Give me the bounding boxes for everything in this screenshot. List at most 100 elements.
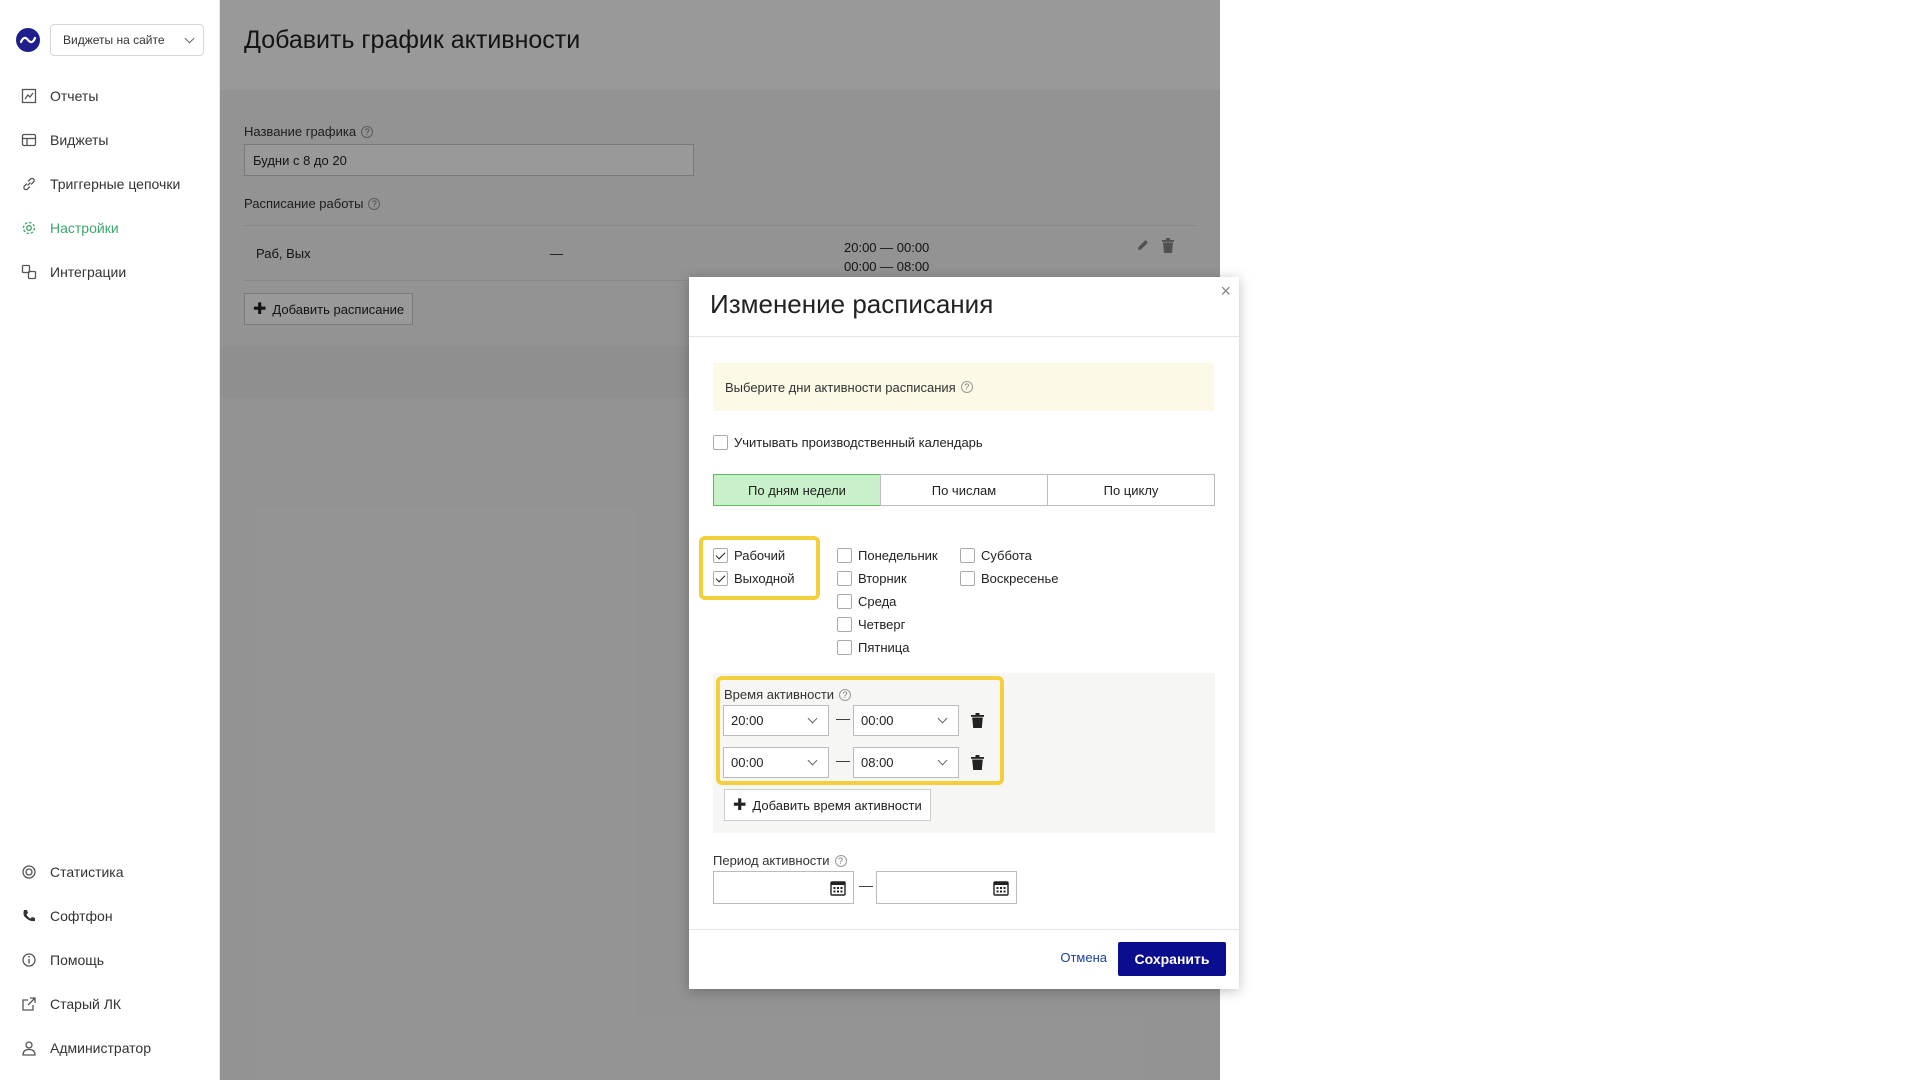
time-dash: —	[836, 752, 850, 768]
time-from-select[interactable]: 00:00	[723, 747, 829, 778]
add-activity-time-label: Добавить время активности	[752, 797, 922, 813]
question-icon[interactable]: ?	[834, 854, 847, 867]
site-select[interactable]: Виджеты на сайте	[50, 24, 204, 56]
weekday-wednesday[interactable]: Среда	[837, 590, 938, 613]
sidebar-item-statistics[interactable]: Статистика	[0, 850, 219, 894]
sidebar-item-label: Помощь	[50, 952, 105, 968]
modal-footer: Отмена Сохранить	[689, 929, 1239, 989]
weekdays-column-1: Понедельник Вторник Среда Четверг Пятниц…	[837, 544, 938, 659]
trash-icon[interactable]	[971, 755, 985, 771]
production-calendar-checkbox[interactable]: Учитывать производственный календарь	[713, 435, 1239, 450]
sidebar-item-trigger-chains[interactable]: Триггерные цепочки	[0, 162, 219, 206]
sidebar-item-integrations[interactable]: Интеграции	[0, 250, 219, 294]
modal-title: Изменение расписания	[689, 277, 1239, 337]
activity-times: Время активности ? 20:00 — 00:00 00:00 —…	[713, 673, 1215, 833]
sidebar-item-old-cabinet[interactable]: Старый ЛК	[0, 982, 219, 1026]
weekday-label: Суббота	[981, 548, 1032, 563]
time-to-select[interactable]: 08:00	[853, 747, 959, 778]
weekdays-column-2: Суббота Воскресенье	[960, 544, 1058, 590]
stats-icon	[20, 863, 38, 881]
time-value: 20:00	[731, 713, 764, 728]
activity-times-label: Время активности ?	[724, 687, 852, 702]
sidebar-item-label: Отчеты	[50, 88, 99, 104]
checkbox[interactable]	[837, 617, 852, 632]
day-type-weekend[interactable]: Выходной	[713, 567, 795, 590]
checkbox[interactable]	[837, 594, 852, 609]
tab-by-weekdays[interactable]: По дням недели	[713, 474, 881, 506]
phone-icon	[20, 907, 38, 925]
checkbox[interactable]	[837, 548, 852, 563]
weekday-label: Понедельник	[858, 548, 938, 563]
sidebar-item-label: Виджеты	[50, 132, 109, 148]
logo-icon[interactable]	[16, 28, 40, 52]
help-icon	[20, 951, 38, 969]
external-link-icon	[20, 995, 38, 1013]
production-calendar-label: Учитывать производственный календарь	[734, 435, 983, 450]
day-type-column: Рабочий Выходной	[713, 544, 795, 590]
period-end-input[interactable]	[876, 871, 1017, 904]
checkbox[interactable]	[837, 640, 852, 655]
activity-period-label-text: Период активности	[713, 853, 830, 868]
question-icon[interactable]: ?	[839, 688, 852, 701]
sidebar-item-softphone[interactable]: Софтфон	[0, 894, 219, 938]
edit-schedule-modal: × Изменение расписания Выберите дни акти…	[689, 277, 1239, 989]
weekday-label: Вторник	[858, 571, 907, 586]
time-value: 00:00	[731, 755, 764, 770]
sidebar-item-label: Софтфон	[50, 908, 113, 924]
calendar-icon[interactable]	[993, 880, 1009, 901]
time-to-select[interactable]: 00:00	[853, 705, 959, 736]
day-type-working[interactable]: Рабочий	[713, 544, 795, 567]
gear-icon	[20, 219, 38, 237]
checkbox[interactable]	[960, 548, 975, 563]
chevron-down-icon	[937, 713, 948, 724]
link-icon	[20, 175, 38, 193]
close-icon[interactable]: ×	[1220, 281, 1231, 302]
sidebar-item-reports[interactable]: Отчеты	[0, 74, 219, 118]
checkbox[interactable]	[837, 571, 852, 586]
add-activity-time-button[interactable]: ✚ Добавить время активности	[724, 789, 931, 821]
sidebar: Виджеты на сайте Отчеты Виджеты Триггерн…	[0, 0, 220, 1080]
period-start-input[interactable]	[713, 871, 854, 904]
weekday-label: Воскресенье	[981, 571, 1059, 586]
save-button[interactable]: Сохранить	[1118, 942, 1226, 976]
weekday-friday[interactable]: Пятница	[837, 636, 938, 659]
sidebar-item-settings[interactable]: Настройки	[0, 206, 219, 250]
sidebar-item-widgets[interactable]: Виджеты	[0, 118, 219, 162]
plus-icon: ✚	[733, 797, 747, 814]
sidebar-item-label: Администратор	[50, 1040, 152, 1056]
weekday-tuesday[interactable]: Вторник	[837, 567, 938, 590]
checkbox[interactable]	[713, 435, 728, 450]
sidebar-item-help[interactable]: Помощь	[0, 938, 219, 982]
checkbox-checked[interactable]	[713, 571, 728, 586]
sidebar-item-admin[interactable]: Администратор	[0, 1026, 219, 1070]
time-from-select[interactable]: 20:00	[723, 705, 829, 736]
schedule-mode-tabs: По дням недели По числам По циклу	[713, 474, 1215, 506]
weekday-monday[interactable]: Понедельник	[837, 544, 938, 567]
sidebar-item-label: Триггерные цепочки	[50, 176, 181, 192]
trash-icon[interactable]	[971, 713, 985, 729]
sidebar-item-label: Статистика	[50, 864, 124, 880]
chevron-down-icon	[807, 755, 818, 766]
sidebar-item-label: Старый ЛК	[50, 996, 122, 1012]
calendar-icon[interactable]	[830, 880, 846, 901]
weekday-sunday[interactable]: Воскресенье	[960, 567, 1058, 590]
tab-by-cycle[interactable]: По циклу	[1047, 474, 1215, 506]
sidebar-item-label: Настройки	[50, 220, 119, 236]
tab-by-dates[interactable]: По числам	[880, 474, 1048, 506]
chevron-down-icon	[937, 755, 948, 766]
weekday-saturday[interactable]: Суббота	[960, 544, 1058, 567]
weekday-label: Четверг	[858, 617, 906, 632]
activity-period-label: Период активности ?	[713, 853, 847, 868]
weekday-label: Пятница	[858, 640, 910, 655]
cancel-button[interactable]: Отмена	[1060, 950, 1107, 965]
widgets-icon	[20, 131, 38, 149]
time-value: 08:00	[861, 755, 894, 770]
time-dash: —	[836, 710, 850, 726]
day-type-label: Рабочий	[734, 548, 786, 563]
logo-row: Виджеты на сайте	[0, 0, 219, 56]
checkbox[interactable]	[960, 571, 975, 586]
checkbox-checked[interactable]	[713, 548, 728, 563]
question-icon[interactable]: ?	[960, 381, 973, 393]
weekday-thursday[interactable]: Четверг	[837, 613, 938, 636]
chevron-down-icon	[807, 713, 818, 724]
